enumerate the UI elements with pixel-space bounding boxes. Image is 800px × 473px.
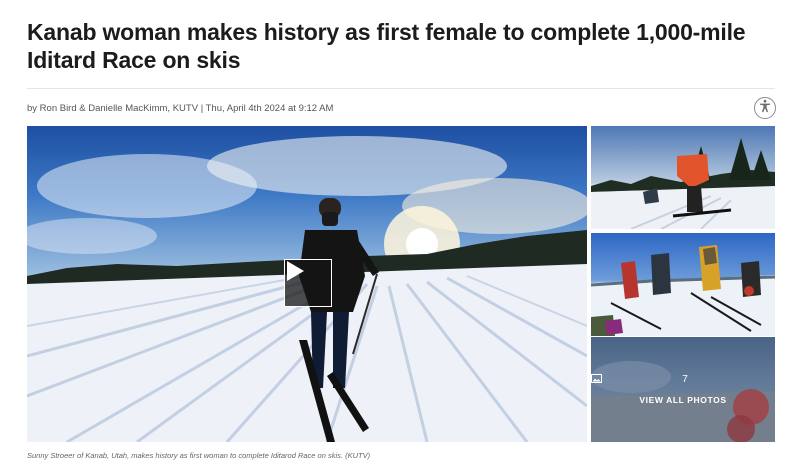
play-button[interactable] bbox=[284, 259, 332, 307]
accessibility-button[interactable] bbox=[754, 97, 776, 119]
article-headline: Kanab woman makes history as first femal… bbox=[27, 19, 746, 73]
view-all-overlay bbox=[591, 337, 775, 442]
gallery-thumbnail-2[interactable] bbox=[591, 233, 775, 336]
photo-count: 7 bbox=[591, 374, 775, 385]
header-divider bbox=[27, 88, 775, 89]
view-all-photos-tile[interactable]: 7 VIEW ALL PHOTOS bbox=[591, 337, 775, 442]
view-all-photos-link[interactable]: VIEW ALL PHOTOS bbox=[591, 395, 775, 405]
media-caption: Sunny Stroeer of Kanab, Utah, makes hist… bbox=[27, 451, 371, 460]
article-byline: by Ron Bird & Danielle MacKimm, KUTV | T… bbox=[27, 103, 334, 114]
media-gallery: 7 VIEW ALL PHOTOS bbox=[27, 126, 775, 442]
main-video-thumbnail[interactable] bbox=[27, 126, 587, 442]
gallery-thumbnail-1[interactable] bbox=[591, 126, 775, 229]
photo-count-value: 7 bbox=[682, 374, 688, 385]
accessibility-icon bbox=[758, 99, 772, 118]
